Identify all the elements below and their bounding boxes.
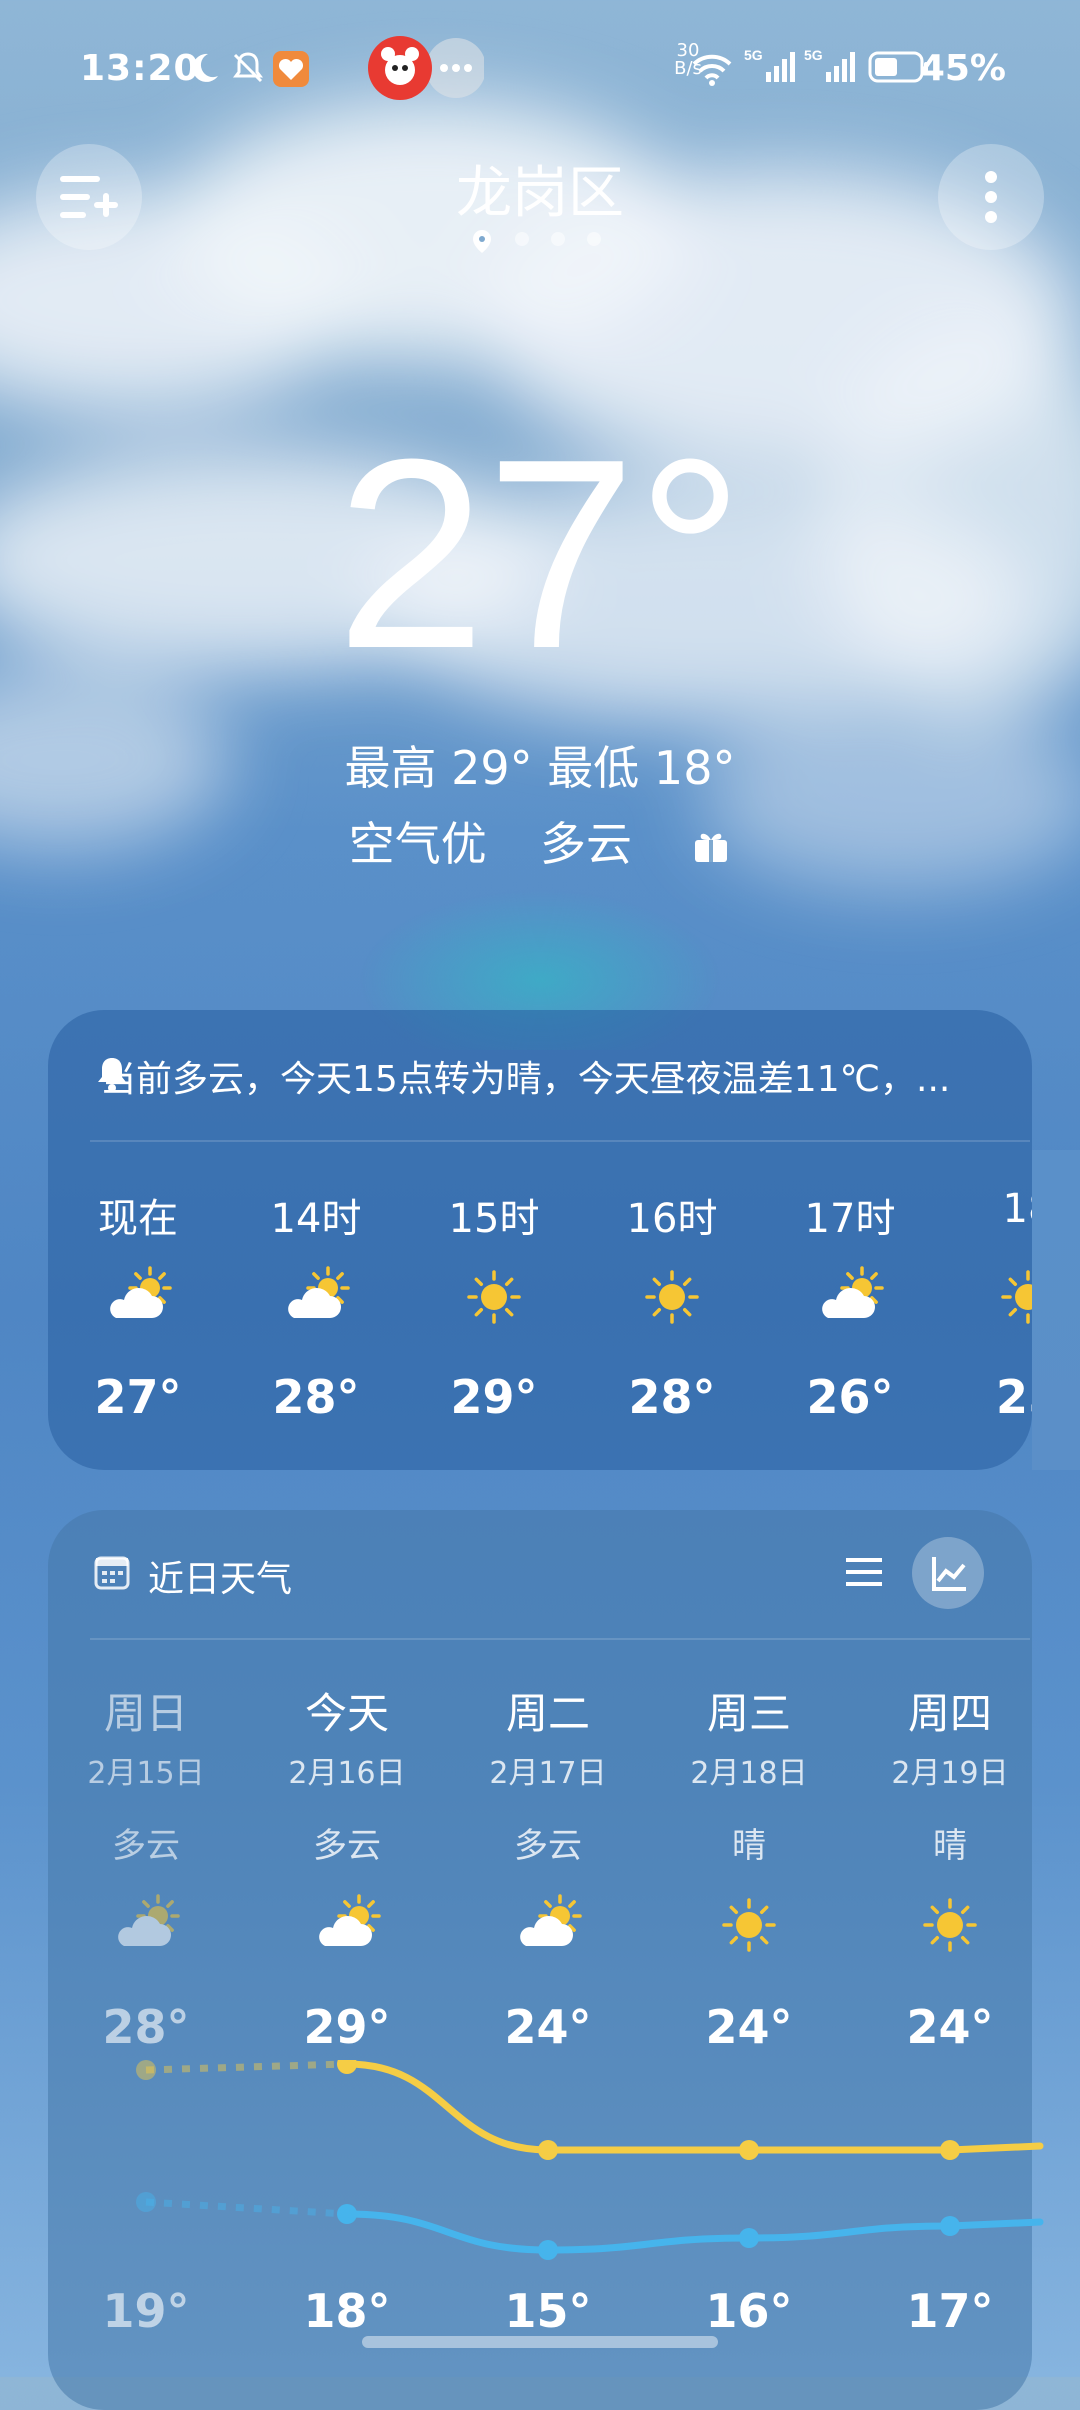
partly-cloudy-icon <box>56 1890 236 1970</box>
day-date: 2月19日 <box>891 1756 1009 1791</box>
sun-icon <box>860 1890 1040 1970</box>
hour-label: 15时 <box>448 1196 540 1242</box>
high-temperature-line-past-segment <box>145 2060 348 2074</box>
wifi-icon <box>690 48 734 97</box>
svg-text:5G: 5G <box>744 47 763 63</box>
temperature-trend-chart <box>136 2060 1044 2260</box>
day-low-temperature: 15° <box>504 2284 592 2338</box>
partly-cloudy-icon <box>236 1262 396 1342</box>
calendar-icon <box>92 1552 132 1596</box>
day-condition: 多云 <box>313 1826 381 1866</box>
air-quality[interactable]: 空气优 <box>349 817 487 871</box>
day-low-temperature: 18° <box>303 2284 391 2338</box>
high-temperature-line-point <box>940 2140 960 2160</box>
svg-text:5G: 5G <box>804 47 823 63</box>
day-date: 2月15日 <box>87 1756 205 1791</box>
day-low-temperature: 19° <box>102 2284 190 2338</box>
hour-temperature: 29° <box>450 1370 538 1424</box>
partly-cloudy-icon <box>770 1262 930 1342</box>
list-view-icon <box>846 1558 882 1586</box>
day-date: 2月18日 <box>690 1756 808 1791</box>
weather-alert-text[interactable]: 当前多云，今天15点转为晴，今天昼夜温差11℃，... <box>100 1050 980 1102</box>
day-name: 周四 <box>907 1689 992 1738</box>
city-name[interactable]: 龙岗区 <box>0 148 1080 229</box>
day-condition: 多云 <box>514 1826 582 1866</box>
hour-temperature: 28° <box>272 1370 360 1424</box>
low-temperature-line-point <box>337 2204 357 2224</box>
current-conditions: 空气优 多云 <box>0 808 1080 877</box>
divider <box>90 1140 1030 1142</box>
weather-condition: 多云 <box>540 817 632 871</box>
low-temperature-line-point <box>136 2192 156 2212</box>
day-high-temperature: 24° <box>906 2000 994 2054</box>
battery-level: 45% <box>919 48 1006 89</box>
day-name: 周二 <box>505 1689 590 1738</box>
hour-temperature: 27° <box>94 1370 182 1424</box>
day-low-temperature: 17° <box>906 2284 994 2338</box>
sun-icon <box>659 1890 839 1970</box>
current-temperature: 27° <box>335 404 745 705</box>
high-temperature-line-point <box>538 2140 558 2160</box>
day-date: 2月16日 <box>288 1756 406 1791</box>
low-temperature-line-point <box>538 2240 558 2260</box>
hour-label: 现在 <box>98 1196 178 1242</box>
high-temperature-line <box>343 2060 1044 2154</box>
app-notification-icon <box>272 50 310 97</box>
low-temperature-line-point <box>739 2228 759 2248</box>
divider <box>90 1638 1030 1640</box>
mute-bell-icon <box>230 50 266 95</box>
day-condition: 晴 <box>732 1826 766 1866</box>
day-name: 周日 <box>103 1689 188 1738</box>
day-high-temperature: 24° <box>705 2000 793 2054</box>
day-name: 今天 <box>304 1689 389 1738</box>
signal-5g-icon: 5G <box>744 46 800 95</box>
partly-cloudy-icon <box>58 1262 218 1342</box>
low-temperature-line-point <box>940 2216 960 2236</box>
high-temperature-line-point <box>337 2060 357 2074</box>
hourly-edge-mask <box>1032 1150 1080 1470</box>
day-date: 2月17日 <box>489 1756 607 1791</box>
day-high-temperature: 29° <box>303 2000 391 2054</box>
hour-temperature: 26° <box>806 1370 894 1424</box>
day-high-temperature: 24° <box>504 2000 592 2054</box>
floating-app-pill[interactable] <box>364 36 486 100</box>
high-temperature-line-point <box>136 2060 156 2080</box>
status-time: 13:20 <box>80 48 200 89</box>
gift-icon[interactable] <box>691 823 731 877</box>
chart-view-button[interactable] <box>912 1537 984 1609</box>
signal-5g-icon-2: 5G <box>804 46 860 95</box>
day-condition: 晴 <box>933 1826 967 1866</box>
list-view-button[interactable] <box>840 1550 890 1598</box>
daily-section-title: 近日天气 <box>148 1559 293 1600</box>
moon-icon <box>186 50 222 95</box>
day-high-temperature: 28° <box>102 2000 190 2054</box>
day-low-temperature: 16° <box>705 2284 793 2338</box>
low-temperature-line-past-segment <box>145 2198 348 2218</box>
high-temperature-line-point <box>739 2140 759 2160</box>
day-condition: 多云 <box>112 1826 180 1866</box>
status-bar: 13:20 30 B/s 5G 5G 45% <box>0 42 1080 98</box>
page-indicator <box>470 228 610 254</box>
partly-cloudy-icon <box>458 1890 638 1970</box>
sun-icon <box>414 1262 574 1342</box>
home-indicator[interactable] <box>362 2336 718 2348</box>
day-name: 周三 <box>706 1689 791 1738</box>
line-chart-icon <box>932 1557 966 1591</box>
hour-label: 17时 <box>804 1196 896 1242</box>
sun-icon <box>592 1262 752 1342</box>
hour-temperature: 28° <box>628 1370 716 1424</box>
low-temperature-line <box>343 2210 1044 2254</box>
partly-cloudy-icon <box>257 1890 437 1970</box>
high-low-temperature: 最高 29° 最低 18° <box>344 741 736 795</box>
hour-label: 14时 <box>270 1196 362 1242</box>
hour-label: 16时 <box>626 1196 718 1242</box>
